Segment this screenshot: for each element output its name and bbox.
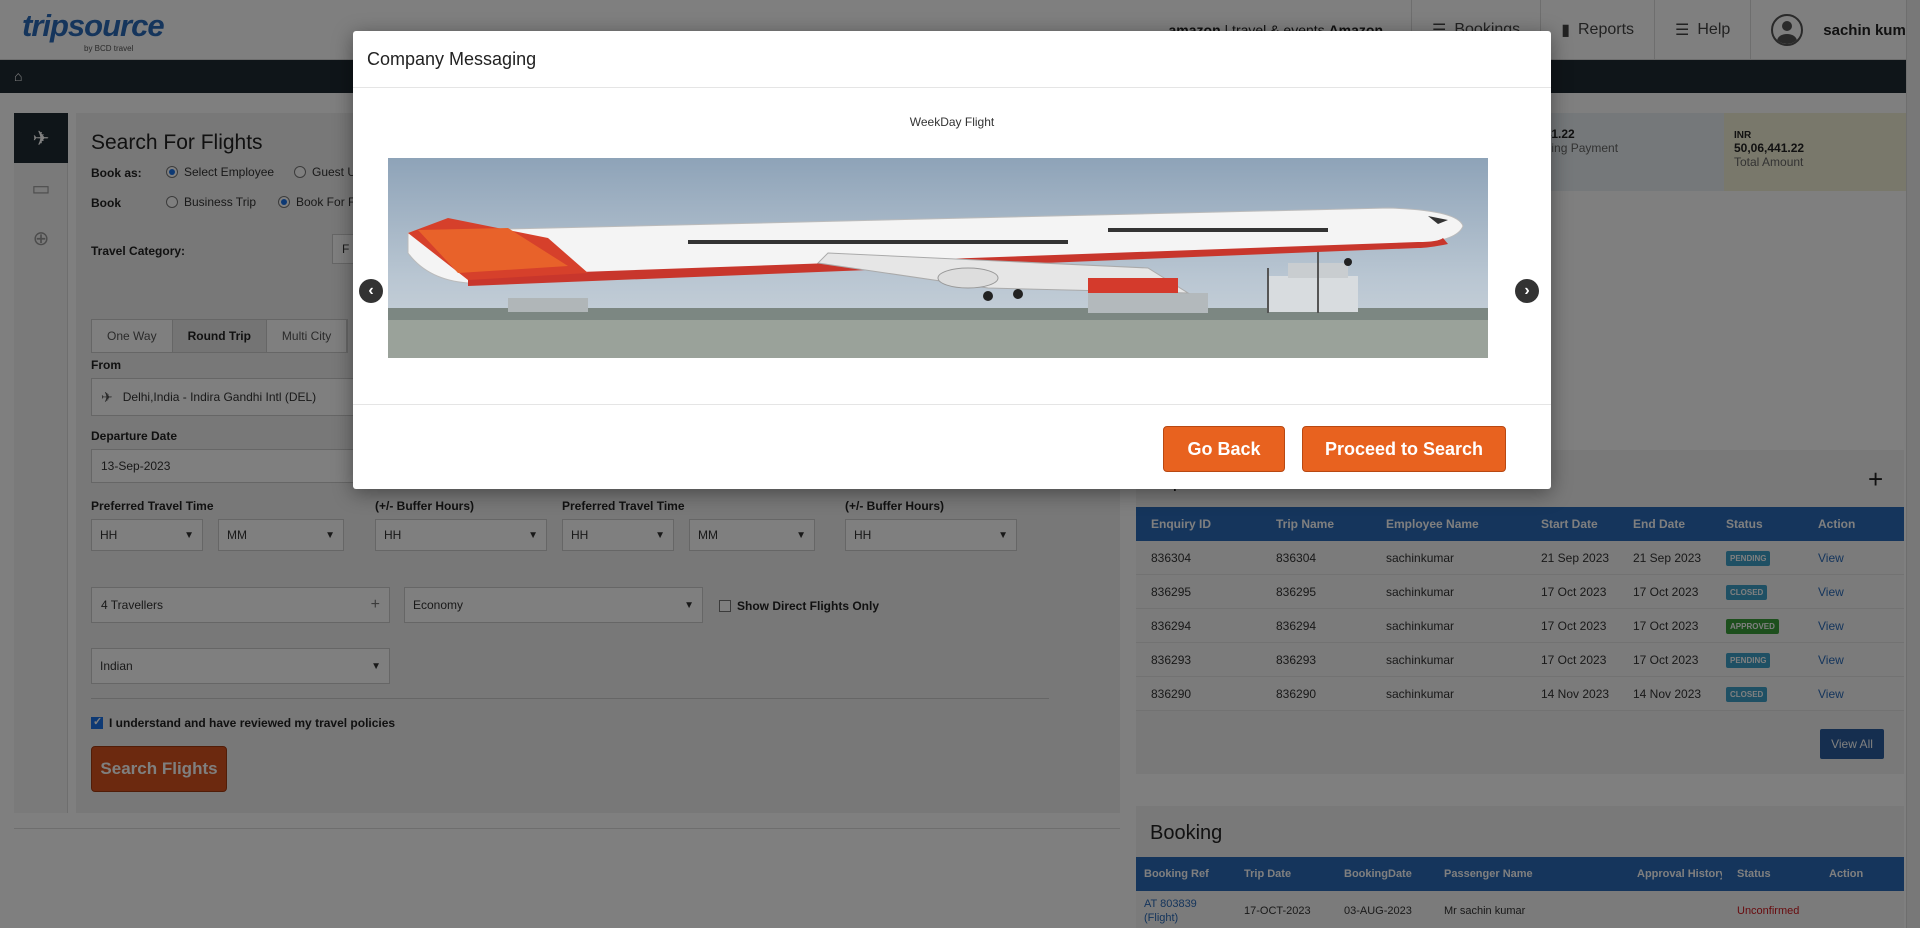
chevron-right-icon[interactable]: › xyxy=(1515,279,1539,303)
airplane-image xyxy=(388,158,1488,358)
airplane-photo-icon xyxy=(388,158,1488,358)
modal-body: WeekDay Flight ‹ › xyxy=(353,88,1551,405)
slide-caption: WeekDay Flight xyxy=(909,115,995,129)
proceed-to-search-button[interactable]: Proceed to Search xyxy=(1302,426,1506,472)
modal-footer: Go Back Proceed to Search xyxy=(353,406,1551,489)
company-messaging-modal: Company Messaging WeekDay Flight ‹ › Go … xyxy=(353,31,1551,489)
modal-title: Company Messaging xyxy=(353,31,1551,88)
go-back-button[interactable]: Go Back xyxy=(1163,426,1285,472)
chevron-left-icon[interactable]: ‹ xyxy=(359,279,383,303)
